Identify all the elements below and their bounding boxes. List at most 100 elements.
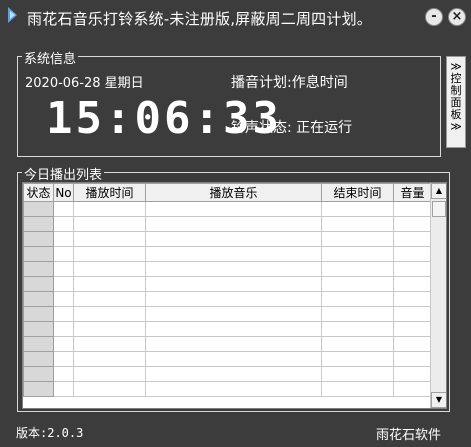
- table-cell: [73, 276, 146, 292]
- table-cell: [321, 216, 394, 232]
- table-row[interactable]: [23, 351, 432, 367]
- table-cell: [145, 231, 322, 247]
- table-cell: [53, 246, 74, 262]
- table-cell: [23, 201, 54, 217]
- today-list-group: 今日播出列表 状态 No 播放时间 播放音乐 结束时间 音量 ▲ ▼: [17, 164, 450, 412]
- table-cell: [73, 366, 146, 382]
- table-header-row: 状态 No 播放时间 播放音乐 结束时间 音量: [23, 183, 432, 202]
- table-cell: [23, 261, 54, 277]
- system-info-group: 系统信息 2020-06-28 星期日 15:06:33 播音计划:作息时间 铃…: [17, 48, 441, 157]
- system-info-label: 系统信息: [22, 48, 79, 67]
- table-cell: [145, 201, 322, 217]
- control-panel-button[interactable]: ≫ 控 制 面 板 ≫: [446, 56, 466, 148]
- broadcast-table[interactable]: 状态 No 播放时间 播放音乐 结束时间 音量 ▲ ▼: [22, 182, 447, 409]
- table-cell: [23, 231, 54, 247]
- table-cell: [321, 231, 394, 247]
- table-cell: [23, 216, 54, 232]
- column-header-play-time[interactable]: 播放时间: [73, 183, 146, 202]
- column-header-no[interactable]: No: [53, 183, 74, 202]
- table-row[interactable]: [23, 201, 432, 217]
- table-cell: [53, 351, 74, 367]
- table-cell: [23, 306, 54, 322]
- table-cell: [393, 366, 432, 382]
- table-cell: [53, 336, 74, 352]
- current-date: 2020-06-28 星期日: [25, 76, 144, 91]
- table-cell: [145, 306, 322, 322]
- table-row[interactable]: [23, 231, 432, 247]
- table-cell: [145, 321, 322, 337]
- table-row[interactable]: [23, 306, 432, 322]
- version-label: 版本:2.0.3: [16, 426, 84, 440]
- table-row[interactable]: [23, 366, 432, 382]
- column-header-volume[interactable]: 音量: [393, 183, 432, 202]
- table-cell: [393, 351, 432, 367]
- app-icon: [8, 7, 17, 23]
- table-cell: [321, 366, 394, 382]
- table-cell: [393, 291, 432, 307]
- table-cell: [53, 261, 74, 277]
- table-row[interactable]: [23, 216, 432, 232]
- table-cell: [23, 336, 54, 352]
- table-cell: [393, 321, 432, 337]
- table-cell: [145, 276, 322, 292]
- table-cell: [53, 276, 74, 292]
- table-row[interactable]: [23, 321, 432, 337]
- table-cell: [393, 216, 432, 232]
- table-cell: [23, 321, 54, 337]
- column-header-end-time[interactable]: 结束时间: [321, 183, 394, 202]
- table-cell: [145, 216, 322, 232]
- column-header-music[interactable]: 播放音乐: [145, 183, 322, 202]
- table-cell: [53, 231, 74, 247]
- table-cell: [321, 306, 394, 322]
- table-cell: [53, 381, 74, 397]
- table-cell: [393, 261, 432, 277]
- minimize-button[interactable]: -: [425, 8, 443, 26]
- table-cell: [145, 351, 322, 367]
- scroll-up-icon[interactable]: ▲: [431, 183, 446, 199]
- broadcast-plan: 播音计划:作息时间: [231, 75, 348, 91]
- table-row[interactable]: [23, 246, 432, 262]
- window-title: 雨花石音乐打铃系统-未注册版,屏蔽周二周四计划。: [27, 10, 372, 28]
- table-cell: [321, 261, 394, 277]
- table-cell: [393, 276, 432, 292]
- table-cell: [145, 381, 322, 397]
- table-cell: [321, 276, 394, 292]
- title-bar[interactable]: 雨花石音乐打铃系统-未注册版,屏蔽周二周四计划。 - ×: [0, 0, 471, 34]
- table-cell: [73, 381, 146, 397]
- table-row[interactable]: [23, 336, 432, 352]
- table-row[interactable]: [23, 291, 432, 307]
- table-cell: [321, 201, 394, 217]
- table-cell: [393, 336, 432, 352]
- table-cell: [53, 291, 74, 307]
- table-cell: [145, 246, 322, 262]
- close-button[interactable]: ×: [448, 8, 466, 26]
- table-row[interactable]: [23, 381, 432, 397]
- table-cell: [53, 306, 74, 322]
- table-cell: [23, 246, 54, 262]
- table-cell: [73, 306, 146, 322]
- table-cell: [73, 336, 146, 352]
- vertical-scrollbar[interactable]: ▲ ▼: [430, 183, 446, 408]
- table-cell: [73, 246, 146, 262]
- scroll-down-icon[interactable]: ▼: [431, 392, 446, 408]
- table-cell: [145, 366, 322, 382]
- scroll-thumb[interactable]: [432, 201, 446, 217]
- table-cell: [23, 276, 54, 292]
- table-cell: [23, 381, 54, 397]
- table-cell: [53, 201, 74, 217]
- table-cell: [145, 261, 322, 277]
- table-row[interactable]: [23, 261, 432, 277]
- table-cell: [73, 321, 146, 337]
- table-cell: [53, 216, 74, 232]
- table-cell: [145, 336, 322, 352]
- table-row[interactable]: [23, 276, 432, 292]
- table-cell: [321, 246, 394, 262]
- table-cell: [321, 381, 394, 397]
- table-cell: [321, 336, 394, 352]
- table-cell: [145, 291, 322, 307]
- column-header-status[interactable]: 状态: [23, 183, 54, 202]
- table-cell: [393, 306, 432, 322]
- table-cell: [321, 321, 394, 337]
- table-cell: [393, 231, 432, 247]
- table-cell: [393, 246, 432, 262]
